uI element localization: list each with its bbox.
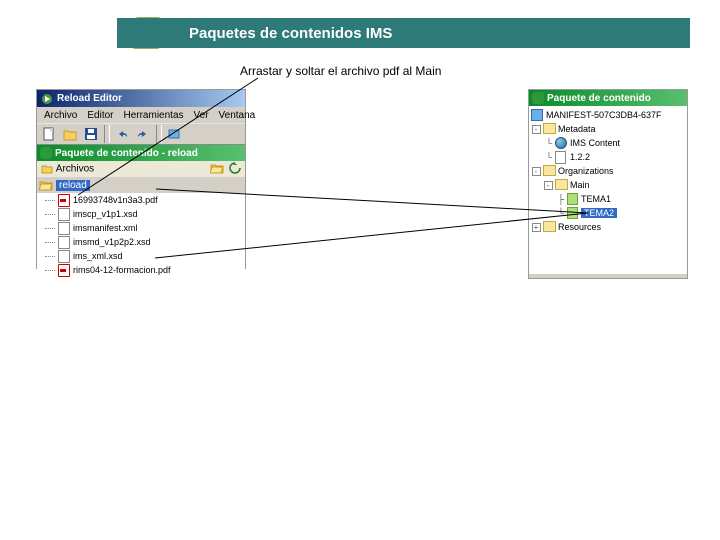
xsd-icon: [58, 208, 70, 220]
menu-archivo[interactable]: Archivo: [39, 110, 82, 121]
folder-closed-icon: [41, 163, 53, 175]
file-row[interactable]: imsmanifest.xml: [37, 221, 245, 235]
open-folder-icon[interactable]: [210, 162, 222, 174]
menu-herramientas[interactable]: Herramientas: [118, 110, 188, 121]
package-icon: [532, 92, 544, 104]
pdf-icon: [58, 264, 70, 276]
tree-label: Metadata: [558, 124, 596, 134]
tree-node-tema1[interactable]: ├ TEMA1: [531, 192, 685, 206]
panel-title: Paquete de contenido: [529, 90, 687, 106]
tree-node-ims-content[interactable]: └ IMS Content: [531, 136, 685, 150]
file-row[interactable]: ims_xml.xsd: [37, 249, 245, 263]
item-icon: [567, 193, 578, 205]
tree-node-version[interactable]: └ 1.2.2: [531, 150, 685, 164]
globe-icon: [555, 137, 567, 149]
file-row[interactable]: imsmd_v1p2p2.xsd: [37, 235, 245, 249]
app-title: Reload Editor: [57, 93, 122, 104]
folder-icon: [555, 179, 567, 191]
tree-label: Resources: [558, 222, 601, 232]
item-icon: [567, 207, 578, 219]
file-name: imscp_v1p1.xsd: [73, 209, 138, 219]
panel-sub-header: Archivos: [37, 161, 245, 177]
redo-icon[interactable]: [133, 124, 153, 144]
file-row[interactable]: imscp_v1p1.xsd: [37, 207, 245, 221]
box-icon: [531, 109, 543, 121]
expand-icon[interactable]: +: [532, 223, 541, 232]
manifest-tree: MANIFEST-507C3DB4-637F - Metadata └ IMS …: [529, 106, 687, 274]
open-folder-icon[interactable]: [60, 124, 80, 144]
panel-sub-label: Archivos: [56, 164, 94, 175]
file-name: ims_xml.xsd: [73, 251, 123, 261]
xml-icon: [58, 222, 70, 234]
collapse-icon[interactable]: -: [532, 167, 541, 176]
menubar: Archivo Editor Herramientas Ver Ventana: [37, 107, 245, 123]
panel-title-label: Paquete de contenido - reload: [55, 148, 198, 159]
file-row[interactable]: rims04-12-formacion.pdf: [37, 263, 245, 277]
tree-label: Organizations: [558, 166, 614, 176]
page-icon: [555, 151, 567, 163]
collapse-icon[interactable]: -: [532, 125, 541, 134]
window-titlebar: Reload Editor: [37, 90, 245, 107]
file-name: imsmanifest.xml: [73, 223, 138, 233]
tree-label: 1.2.2: [570, 152, 590, 162]
box-icon[interactable]: [164, 124, 184, 144]
menu-editor[interactable]: Editor: [82, 110, 118, 121]
folder-icon: [543, 123, 555, 135]
file-name: rims04-12-formacion.pdf: [73, 265, 171, 275]
toolbar-separator: [104, 125, 110, 143]
new-file-icon[interactable]: [39, 124, 59, 144]
file-list: 16993748v1n3a3.pdf imscp_v1p1.xsd imsman…: [37, 193, 245, 283]
reload-editor-window: Reload Editor Archivo Editor Herramienta…: [36, 89, 246, 269]
tree-root[interactable]: MANIFEST-507C3DB4-637F: [531, 108, 685, 122]
tree-label: Main: [570, 180, 590, 190]
package-icon: [40, 147, 52, 159]
tree-node-resources[interactable]: + Resources: [531, 220, 685, 234]
tree-node-tema2[interactable]: └ TEMA2: [531, 206, 685, 220]
tree-node-organizations[interactable]: - Organizations: [531, 164, 685, 178]
toolbar-separator: [156, 125, 162, 143]
folder-open-icon: [39, 179, 53, 191]
file-name: 16993748v1n3a3.pdf: [73, 195, 158, 205]
menu-ver[interactable]: Ver: [189, 110, 214, 121]
toolbar: [37, 123, 245, 145]
collapse-icon[interactable]: -: [544, 181, 553, 190]
folder-name: reload: [56, 180, 90, 191]
menu-ventana[interactable]: Ventana: [214, 110, 261, 121]
panel-title: Paquete de contenido - reload: [37, 145, 245, 161]
app-icon: [40, 92, 54, 106]
tree-label: MANIFEST-507C3DB4-637F: [546, 110, 662, 120]
panel-title-label: Paquete de contenido: [547, 93, 651, 104]
tree-label: IMS Content: [570, 138, 620, 148]
folder-icon: [543, 165, 555, 177]
save-icon[interactable]: [81, 124, 101, 144]
slide-title: Paquetes de contenidos IMS: [189, 25, 392, 42]
slide-subtitle: Arrastar y soltar el archivo pdf al Main: [240, 64, 441, 78]
tree-label-selected: TEMA2: [581, 208, 617, 218]
file-row[interactable]: 16993748v1n3a3.pdf: [37, 193, 245, 207]
tree-label: TEMA1: [581, 194, 611, 204]
tree-node-metadata[interactable]: - Metadata: [531, 122, 685, 136]
file-name: imsmd_v1p2p2.xsd: [73, 237, 151, 247]
folder-bar[interactable]: reload: [37, 177, 245, 193]
folder-icon: [543, 221, 555, 233]
tree-node-main[interactable]: - Main: [531, 178, 685, 192]
pdf-icon: [58, 194, 70, 206]
slide-title-bar: Paquetes de contenidos IMS: [117, 18, 690, 48]
xsd-icon: [58, 236, 70, 248]
undo-icon[interactable]: [112, 124, 132, 144]
xsd-icon: [58, 250, 70, 262]
refresh-icon[interactable]: [229, 162, 241, 174]
package-tree-window: Paquete de contenido MANIFEST-507C3DB4-6…: [528, 89, 688, 279]
